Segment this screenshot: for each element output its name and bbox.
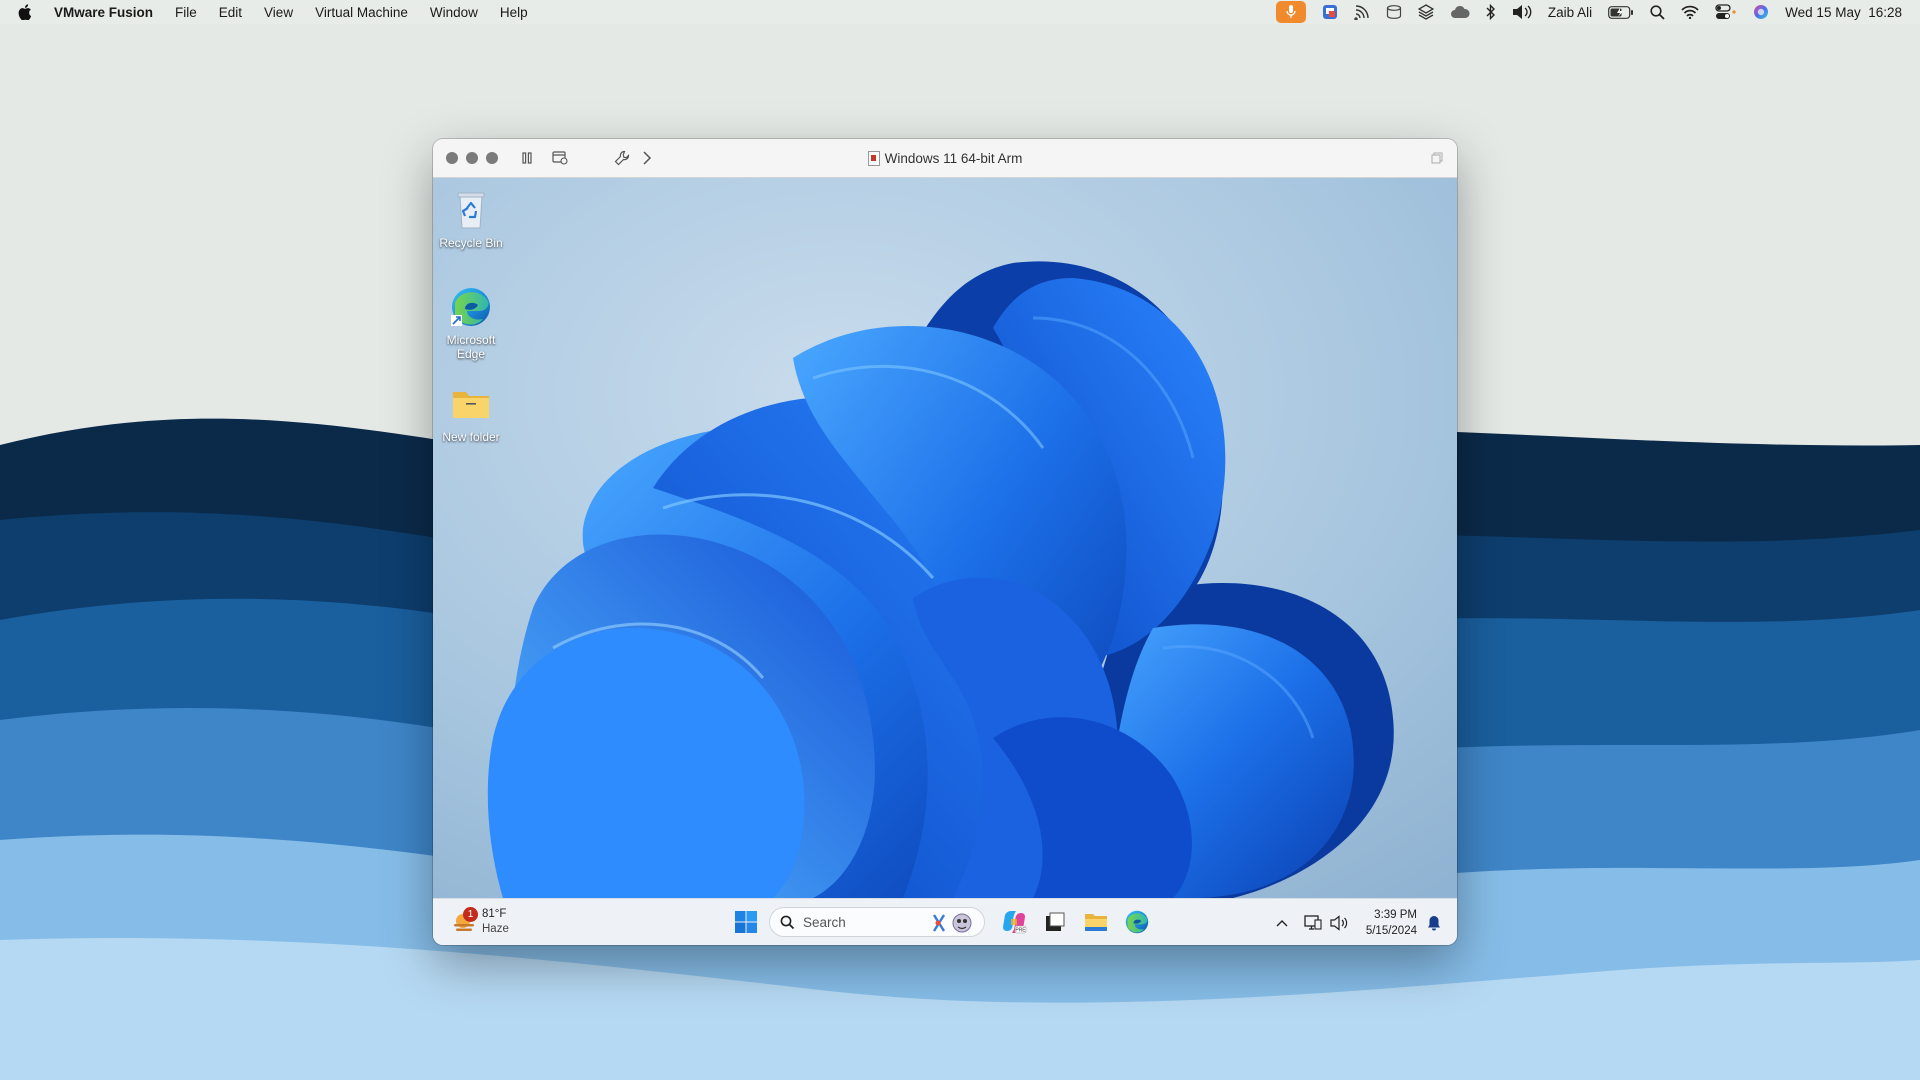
apple-menu-icon[interactable] (18, 4, 32, 21)
taskbar-edge[interactable] (1120, 905, 1154, 939)
weather-widget[interactable]: 1 81°F Haze (451, 907, 509, 937)
virtual-machine-menu[interactable]: Virtual Machine (315, 5, 408, 20)
task-view-icon (1046, 912, 1065, 931)
weather-notification-badge: 1 (463, 907, 478, 922)
taskbar-copilot[interactable]: PRE (997, 905, 1031, 939)
desktop-icon-recycle-bin[interactable]: Recycle Bin (436, 188, 506, 250)
search-placeholder: Search (803, 914, 846, 930)
show-hidden-icons-chevron-up-icon[interactable] (1276, 919, 1288, 927)
windows-taskbar: 1 81°F Haze Search PRE 3:39 PM 5/15/2024 (433, 898, 1457, 945)
volume-icon[interactable] (1512, 4, 1532, 20)
taskbar-task-view[interactable] (1038, 905, 1072, 939)
copilot-icon: PRE (1003, 911, 1026, 934)
pause-icon[interactable] (520, 151, 534, 165)
search-icon (780, 915, 795, 929)
edge-icon (1125, 910, 1149, 934)
help-menu[interactable]: Help (500, 5, 528, 20)
siri-icon[interactable] (1753, 4, 1769, 20)
taskbar-search-box[interactable]: Search (769, 907, 985, 937)
close-window-button[interactable] (446, 152, 458, 164)
control-center-icon[interactable] (1715, 4, 1737, 20)
vm-window: Windows 11 64-bit Arm Recycle Bin Micros… (433, 139, 1457, 945)
taskbar-date: 5/15/2024 (1365, 924, 1417, 937)
svg-text:PRE: PRE (1015, 928, 1026, 934)
windows-logo-icon (735, 911, 757, 933)
cloud-icon[interactable] (1450, 5, 1470, 19)
recycle-bin-icon (457, 192, 485, 229)
snapshot-icon[interactable] (552, 151, 568, 165)
weather-condition: Haze (482, 923, 509, 935)
bluetooth-icon[interactable] (1486, 4, 1496, 20)
screen-share-icon[interactable] (1322, 4, 1338, 20)
taskbar-file-explorer[interactable] (1079, 905, 1113, 939)
zoom-window-button[interactable] (486, 152, 498, 164)
desktop-icon-label: Microsoft Edge (446, 333, 496, 361)
cast-icon[interactable] (1354, 4, 1370, 20)
app-name-menu[interactable]: VMware Fusion (54, 5, 153, 20)
view-menu[interactable]: View (264, 5, 293, 20)
file-menu[interactable]: File (175, 5, 197, 20)
vm-title-bar[interactable]: Windows 11 64-bit Arm (433, 139, 1457, 178)
minimize-window-button[interactable] (466, 152, 478, 164)
window-menu[interactable]: Window (430, 5, 478, 20)
desktop-icon-microsoft-edge[interactable]: Microsoft Edge (436, 285, 506, 361)
search-highlight-art-icon (932, 913, 972, 933)
edit-menu[interactable]: Edit (219, 5, 242, 20)
chevron-right-icon[interactable] (642, 151, 652, 165)
restore-window-icon[interactable] (1431, 151, 1443, 169)
mac-menu-bar: VMware Fusion File Edit View Virtual Mac… (0, 0, 1920, 24)
microphone-icon[interactable] (1275, 1, 1306, 23)
vm-document-icon (867, 150, 880, 166)
disk-icon[interactable] (1386, 5, 1402, 19)
start-button[interactable] (729, 905, 763, 939)
file-explorer-icon (1085, 914, 1107, 931)
temperature: 81°F (482, 908, 507, 920)
vm-window-title: Windows 11 64-bit Arm (884, 150, 1023, 166)
spotlight-search-icon[interactable] (1650, 4, 1665, 20)
windows-bloom-wallpaper (433, 178, 1457, 898)
edge-icon (451, 288, 490, 326)
folder-icon (453, 392, 489, 418)
layers-icon[interactable] (1417, 4, 1434, 20)
wifi-icon[interactable] (1681, 5, 1699, 19)
desktop-icon-label: New folder (442, 430, 500, 444)
network-icon[interactable] (1304, 914, 1322, 931)
speaker-icon[interactable] (1330, 914, 1348, 931)
desktop-icon-label: Recycle Bin (439, 236, 503, 250)
desktop-icon-new-folder[interactable]: New folder (436, 382, 506, 444)
taskbar-time: 3:39 PM (1374, 908, 1417, 921)
wrench-settings-icon[interactable] (614, 150, 630, 166)
battery-icon[interactable] (1608, 5, 1634, 19)
notification-bell-icon[interactable] (1427, 915, 1441, 931)
menu-bar-clock[interactable]: Wed 15 May 16:28 (1785, 5, 1902, 20)
windows-desktop[interactable]: Recycle Bin Microsoft Edge New folder (433, 178, 1457, 898)
taskbar-clock[interactable]: 3:39 PM 5/15/2024 (1366, 907, 1417, 939)
user-name[interactable]: Zaib Ali (1548, 5, 1592, 20)
